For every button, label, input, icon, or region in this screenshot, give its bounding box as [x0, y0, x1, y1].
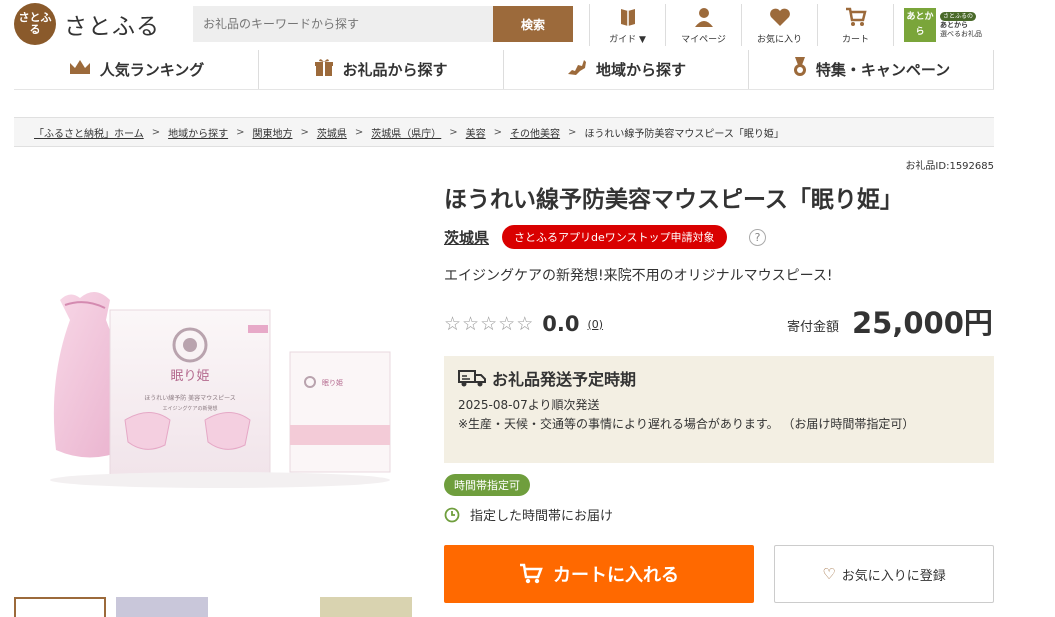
nav-campaign[interactable]: 特集・キャンペーン: [749, 50, 994, 89]
delivery-time-note: 指定した時間帯にお届け: [444, 505, 613, 524]
search-button[interactable]: 検索: [493, 6, 573, 42]
product-title: ほうれい線予防美容マウスピース「眠り姫」: [444, 187, 903, 213]
guide-label: ガイド ▼: [609, 35, 646, 45]
star-empty-icon: ☆: [516, 313, 534, 335]
logo-mark: さとふる: [14, 3, 56, 45]
cart-link[interactable]: カート: [817, 4, 893, 46]
donation-price: 25,000円: [852, 306, 993, 340]
breadcrumb-other-beauty[interactable]: その他美容: [510, 125, 560, 140]
shipping-note: ※生産・天候・交通等の事情により遅れる場合があります。 （お届け時間帯指定可）: [458, 417, 915, 431]
rating-value: 0.0: [542, 312, 580, 336]
thumbnail-strip: [14, 597, 422, 617]
clock-icon: [444, 507, 460, 523]
nav-region[interactable]: 地域から探す: [504, 50, 749, 89]
atokara-tile: あとから: [904, 8, 936, 42]
svg-text:エイジングケアの新発想: エイジングケアの新発想: [162, 405, 217, 412]
add-to-cart-button[interactable]: カートに入れる: [444, 545, 754, 603]
shipping-info-box: お礼品発送予定時期 2025-08-07より順次発送 ※生産・天候・交通等の事情…: [444, 356, 994, 463]
thumbnail-1[interactable]: [14, 597, 106, 617]
svg-text:眠り姫: 眠り姫: [170, 369, 209, 384]
product-main-image[interactable]: 眠り姫 ほうれい線予防 美容マウスピース エイジングケアの新発想 眠り姫: [40, 180, 415, 500]
map-icon: [566, 58, 588, 81]
guide-book-icon: [617, 6, 639, 28]
breadcrumb-current: ほうれい線予防美容マウスピース「眠り姫」: [584, 128, 784, 140]
breadcrumb-home[interactable]: 「ふるさと納税」ホーム: [34, 125, 144, 140]
guide-menu[interactable]: ガイド ▼: [589, 4, 665, 46]
logo-text: さとふる: [64, 14, 160, 40]
header-utility-nav: ガイド ▼ マイページ お気に入り カート: [589, 4, 893, 46]
thumbnail-4[interactable]: [320, 597, 412, 617]
breadcrumb-ibaraki-gov[interactable]: 茨城県（県庁）: [371, 125, 441, 140]
svg-text:ほうれい線予防 美容マウスピース: ほうれい線予防 美容マウスピース: [144, 394, 236, 402]
heart-icon: [769, 6, 791, 28]
search-input[interactable]: [193, 6, 493, 42]
breadcrumb-beauty[interactable]: 美容: [466, 125, 486, 140]
rating-block: ☆ ☆ ☆ ☆ ☆ 0.0 (0): [444, 312, 603, 336]
app-onestop-badge: さとふるアプリdeワンストップ申請対象: [502, 225, 727, 249]
atokara-banner[interactable]: あとから さとふるの あとから 選べるお礼品: [893, 4, 989, 46]
breadcrumb-kanto[interactable]: 関東地方: [252, 125, 292, 140]
shipping-date: 2025-08-07より順次発送: [458, 398, 600, 412]
heart-outline-icon: ♡: [822, 565, 836, 583]
gift-id: お礼品ID:1592685: [905, 161, 994, 172]
time-slot-badge: 時間帯指定可: [444, 474, 530, 496]
star-empty-icon: ☆: [498, 313, 516, 335]
star-empty-icon: ☆: [444, 313, 462, 335]
price-label: 寄付金額: [787, 320, 840, 335]
star-empty-icon: ☆: [462, 313, 480, 335]
thumbnail-3[interactable]: [218, 597, 310, 617]
mypage-link[interactable]: マイページ: [665, 4, 741, 46]
breadcrumb: 「ふるさと納税」ホーム > 地域から探す > 関東地方 > 茨城県 > 茨城県（県庁） >…: [14, 117, 994, 147]
medal-icon: [792, 57, 808, 82]
star-empty-icon: ☆: [480, 313, 498, 335]
shipping-title: お礼品発送予定時期: [458, 366, 980, 390]
product-catchcopy: エイジングケアの新発想!来院不用のオリジナルマウスピース!: [444, 268, 833, 284]
help-icon[interactable]: ?: [749, 229, 766, 246]
review-count-link[interactable]: (0): [587, 318, 603, 331]
breadcrumb-region-search[interactable]: 地域から探す: [168, 125, 228, 140]
prefecture-link[interactable]: 茨城県: [444, 227, 489, 248]
add-to-favorites-button[interactable]: ♡ お気に入りに登録: [774, 545, 994, 603]
mypage-label: マイページ: [681, 35, 726, 45]
main-category-nav: 人気ランキング お礼品から探す 地域から探す 特集・キャンペーン: [14, 50, 994, 90]
favorites-link[interactable]: お気に入り: [741, 4, 817, 46]
crown-icon: [68, 58, 92, 81]
cart-label: カート: [841, 35, 869, 45]
nav-ranking[interactable]: 人気ランキング: [14, 50, 259, 89]
gift-icon: [314, 57, 334, 82]
person-icon: [693, 6, 715, 28]
cart-icon: [519, 563, 543, 585]
atokara-text: さとふるの あとから 選べるお礼品: [940, 11, 982, 38]
site-header: さとふる さとふる 検索 ガイド ▼ マイページ お気に入り: [0, 0, 1055, 48]
site-logo[interactable]: さとふる さとふる: [14, 3, 160, 45]
favorites-label: お気に入り: [756, 35, 802, 45]
truck-icon: [458, 369, 486, 387]
search-bar: 検索: [193, 6, 573, 42]
nav-gifts[interactable]: お礼品から探す: [259, 50, 504, 89]
breadcrumb-ibaraki[interactable]: 茨城県: [317, 125, 347, 140]
thumbnail-2[interactable]: [116, 597, 208, 617]
svg-text:眠り姫: 眠り姫: [322, 378, 343, 387]
cart-icon: [845, 6, 867, 28]
